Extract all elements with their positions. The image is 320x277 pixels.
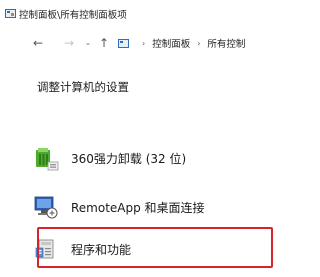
page-heading: 调整计算机的设置 bbox=[37, 80, 129, 94]
list-item-360-uninstaller[interactable]: 360强力卸载 (32 位) bbox=[33, 141, 265, 175]
breadcrumb-all-items[interactable]: 所有控制 bbox=[207, 36, 245, 50]
programs-features-icon bbox=[33, 236, 59, 262]
navigation-bar: ← → ⌄ ↑ › 控制面板 › 所有控制 bbox=[0, 34, 262, 54]
breadcrumb-control-panel[interactable]: 控制面板 bbox=[152, 36, 190, 50]
title-bar: 控制面板\所有控制面板项 bbox=[0, 0, 262, 26]
arrow-left-icon[interactable]: ← bbox=[31, 34, 45, 52]
control-panel-icon bbox=[5, 9, 16, 18]
list-item-programs-features[interactable]: 程序和功能 bbox=[33, 232, 265, 266]
arrow-right-icon[interactable]: → bbox=[62, 34, 76, 52]
item-label[interactable]: 360强力卸载 (32 位) bbox=[71, 150, 186, 167]
uninstaller-icon bbox=[33, 145, 59, 171]
control-panel-icon bbox=[118, 38, 129, 48]
remote-desktop-icon bbox=[33, 194, 59, 220]
address-bar[interactable]: › 控制面板 › 所有控制 bbox=[118, 34, 268, 52]
list-item-remoteapp[interactable]: RemoteApp 和桌面连接 bbox=[33, 190, 265, 224]
arrow-up-icon[interactable]: ↑ bbox=[97, 34, 111, 52]
chevron-down-icon[interactable]: ⌄ bbox=[81, 34, 95, 52]
item-label[interactable]: 程序和功能 bbox=[71, 241, 131, 258]
item-label[interactable]: RemoteApp 和桌面连接 bbox=[71, 199, 205, 216]
breadcrumb-separator-icon[interactable]: › bbox=[142, 39, 145, 48]
window-title: 控制面板\所有控制面板项 bbox=[19, 10, 127, 21]
breadcrumb-separator-icon[interactable]: › bbox=[197, 39, 200, 48]
